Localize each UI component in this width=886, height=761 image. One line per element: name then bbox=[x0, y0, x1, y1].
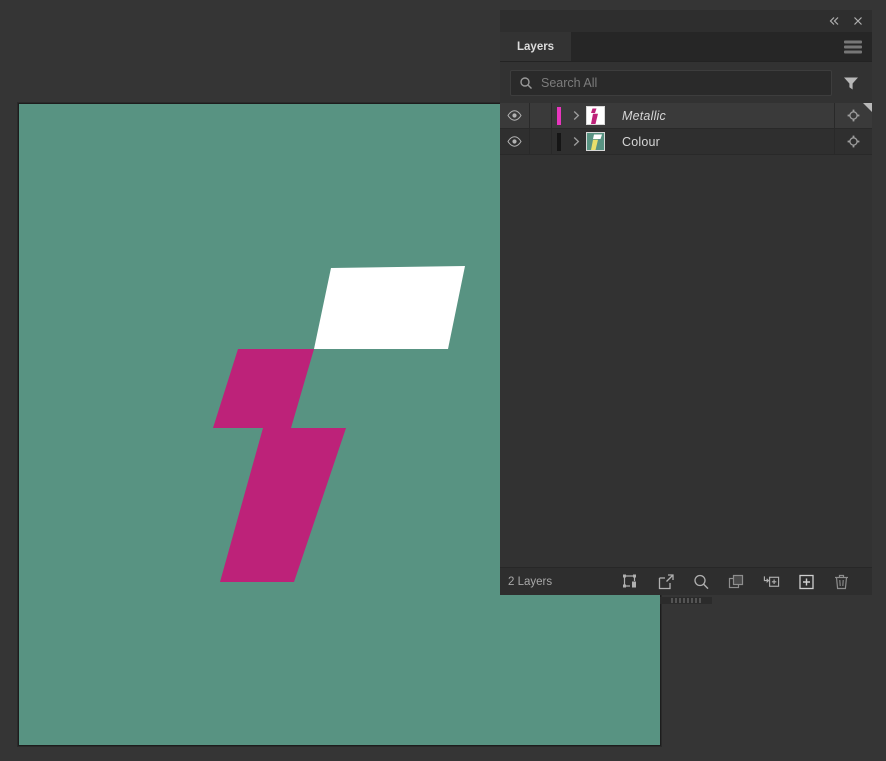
layer-count-label: 2 Layers bbox=[508, 575, 553, 588]
layer-thumbnail[interactable] bbox=[586, 129, 614, 154]
chevrons-left-icon[interactable] bbox=[828, 15, 840, 27]
fx-circle-icon bbox=[847, 135, 860, 148]
external-link-icon[interactable] bbox=[658, 573, 675, 590]
thumbnail-metallic bbox=[586, 106, 605, 125]
search-input[interactable] bbox=[541, 76, 823, 90]
layer-name[interactable]: Colour bbox=[614, 129, 834, 154]
hamburger-menu-icon[interactable] bbox=[844, 40, 862, 53]
layer-visibility-toggle[interactable] bbox=[500, 103, 530, 128]
close-icon[interactable] bbox=[852, 15, 864, 27]
search-icon bbox=[519, 76, 533, 90]
grip-line bbox=[691, 597, 693, 603]
layer-lock-cell bbox=[530, 103, 552, 128]
grip-line bbox=[675, 597, 677, 603]
menu-line bbox=[844, 40, 862, 43]
grip-handle bbox=[660, 596, 712, 604]
footer-toolbar bbox=[552, 573, 864, 590]
white-parallelogram bbox=[314, 266, 465, 349]
eye-icon bbox=[507, 136, 522, 147]
add-adjustment-icon[interactable] bbox=[763, 573, 780, 590]
layer-lock-cell bbox=[530, 129, 552, 154]
search-box[interactable] bbox=[510, 70, 832, 96]
chevron-right-icon bbox=[573, 137, 579, 146]
layer-effects-button[interactable] bbox=[834, 129, 872, 154]
layers-panel: Layers Search All Metallic Colour 2 Laye… bbox=[500, 10, 872, 595]
layer-color-tag[interactable] bbox=[552, 129, 566, 154]
fx-circle-icon bbox=[847, 109, 860, 122]
grip-line bbox=[699, 597, 701, 603]
panel-body: Metallic bbox=[500, 62, 872, 595]
grip-line bbox=[695, 597, 697, 603]
layer-color-tag[interactable] bbox=[552, 103, 566, 128]
layer-list: Metallic Colour bbox=[500, 103, 872, 567]
menu-line bbox=[844, 50, 862, 53]
selected-corner-marker bbox=[863, 103, 872, 112]
tab-layers[interactable]: Layers bbox=[500, 32, 572, 61]
layer-name[interactable]: Metallic bbox=[614, 103, 834, 128]
menu-line bbox=[844, 45, 862, 48]
search-row bbox=[500, 62, 872, 103]
grip-line bbox=[683, 597, 685, 603]
color-tag-bar bbox=[557, 106, 561, 125]
plus-box-icon[interactable] bbox=[798, 573, 815, 590]
layer-visibility-toggle[interactable] bbox=[500, 129, 530, 154]
thumbnail-colour bbox=[586, 132, 605, 151]
app-root: Layers Search All Metallic Colour 2 Laye… bbox=[0, 0, 886, 761]
panel-window-buttons bbox=[828, 10, 864, 32]
color-tag-bar bbox=[557, 132, 561, 151]
panel-tabstrip: Layers bbox=[500, 32, 872, 62]
mask-icon[interactable] bbox=[623, 573, 640, 590]
layer-thumbnail[interactable] bbox=[586, 103, 614, 128]
panel-resize-grip[interactable] bbox=[500, 595, 872, 605]
magnifier-icon[interactable] bbox=[693, 573, 710, 590]
layer-expand-toggle[interactable] bbox=[566, 103, 586, 128]
layer-expand-toggle[interactable] bbox=[566, 129, 586, 154]
duplicate-icon[interactable] bbox=[728, 573, 745, 590]
filter-funnel-icon[interactable] bbox=[840, 72, 862, 94]
table-row[interactable]: Metallic bbox=[500, 103, 872, 129]
grip-line bbox=[671, 597, 673, 603]
eye-icon bbox=[507, 110, 522, 121]
panel-footer: 2 Layers bbox=[500, 567, 872, 595]
table-row[interactable]: Colour bbox=[500, 129, 872, 155]
trash-icon[interactable] bbox=[833, 573, 850, 590]
panel-titlebar[interactable] bbox=[500, 10, 872, 32]
grip-line bbox=[679, 597, 681, 603]
chevron-right-icon bbox=[573, 111, 579, 120]
grip-line bbox=[687, 597, 689, 603]
